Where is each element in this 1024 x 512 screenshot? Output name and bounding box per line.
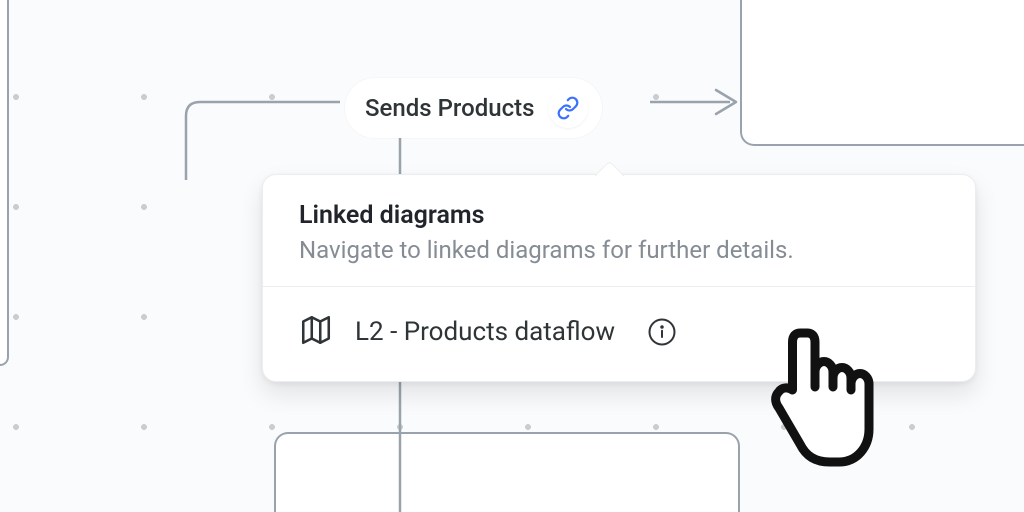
- linked-diagram-label: L2 - Products dataflow: [355, 317, 615, 347]
- popover-title: Linked diagrams: [299, 201, 939, 230]
- linked-diagrams-popover: Linked diagrams Navigate to linked diagr…: [262, 174, 976, 382]
- diagram-node-left-partial: [0, 0, 9, 366]
- map-icon: [299, 313, 333, 351]
- linked-diagram-item[interactable]: L2 - Products dataflow: [263, 287, 975, 381]
- diagram-node-right-partial: [740, 0, 1024, 146]
- edge-label[interactable]: Sends Products: [345, 78, 602, 138]
- edge-label-text: Sends Products: [365, 94, 534, 122]
- popover-subtitle: Navigate to linked diagrams for further …: [299, 236, 939, 264]
- diagram-node-bottom-partial: [274, 432, 740, 512]
- info-icon[interactable]: [647, 317, 677, 347]
- link-icon[interactable]: [548, 88, 588, 128]
